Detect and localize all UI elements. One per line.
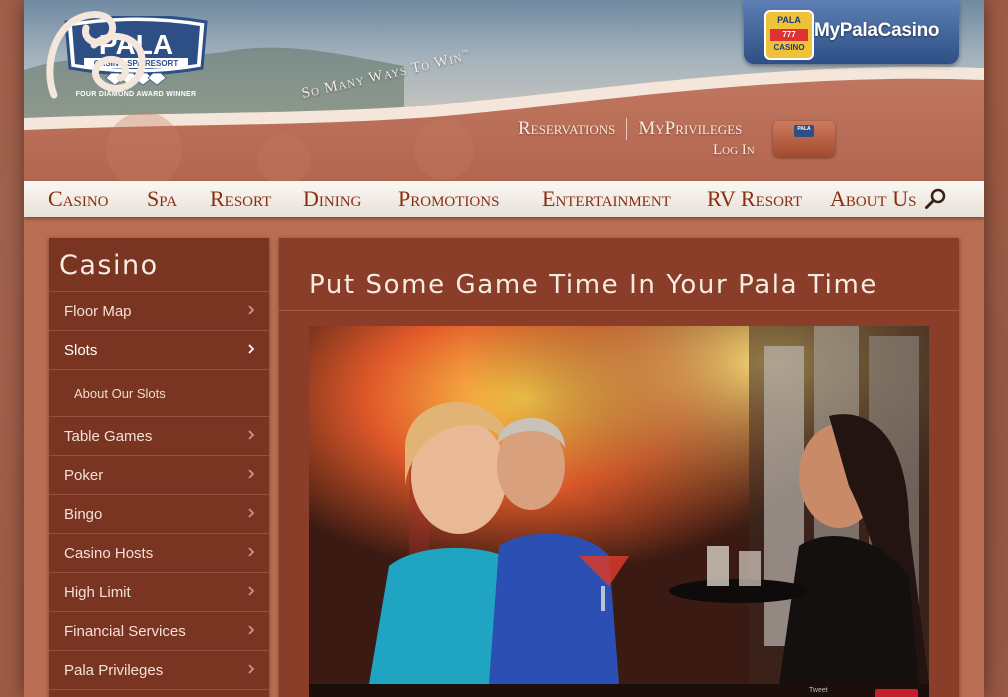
header: PALA CASINO SPA RESORT FOUR DIAMOND AWAR… [24, 0, 984, 181]
reservations-link[interactable]: Reservations [518, 118, 615, 140]
chevron-right-icon [248, 469, 255, 479]
myprivileges-link[interactable]: MyPrivileges [638, 118, 742, 140]
privileges-card-icon[interactable]: PALA [773, 121, 835, 157]
mypalacasino-label: MyPalaCasino [814, 20, 940, 41]
chevron-right-icon [248, 305, 255, 315]
sidebar-item-high-limit[interactable]: High Limit [49, 572, 269, 611]
chevron-right-icon [248, 547, 255, 557]
tweet-button[interactable]: Tweet [809, 687, 828, 694]
pinterest-button[interactable] [875, 689, 918, 697]
mypalacasino-logo-icon: PALA 777 CASINO [764, 10, 814, 60]
title-divider [279, 310, 959, 311]
hero-image [309, 326, 929, 684]
chevron-right-icon [248, 344, 255, 354]
sidebar: Casino Floor Map Slots About Our Slots T… [49, 238, 269, 697]
chevron-right-icon [248, 430, 255, 440]
sidebar-title: Casino [59, 250, 159, 281]
nav-rv-resort[interactable]: RV Resort [707, 186, 802, 212]
nav-casino[interactable]: Casino [48, 186, 109, 212]
page-title: Put Some Game Time In Your Pala Time [309, 270, 878, 300]
decorative-swirl-icon [46, 11, 146, 99]
nav-entertainment[interactable]: Entertainment [542, 186, 671, 212]
main-content: Put Some Game Time In Your Pala Time Twe… [279, 238, 959, 697]
top-links-divider [626, 118, 628, 140]
sidebar-item-slots[interactable]: Slots [49, 330, 269, 369]
top-links: Reservations MyPrivileges [518, 116, 742, 142]
chevron-right-icon [248, 508, 255, 518]
sidebar-item-financial-services[interactable]: Financial Services [49, 611, 269, 650]
chevron-right-icon [248, 625, 255, 635]
sidebar-item-table-games[interactable]: Table Games [49, 416, 269, 455]
sidebar-item-pala-privileges[interactable]: Pala Privileges [49, 650, 269, 689]
sidebar-item-casino-hosts[interactable]: Casino Hosts [49, 533, 269, 572]
sidebar-divider [49, 689, 269, 690]
search-icon[interactable] [924, 187, 948, 211]
nav-promotions[interactable]: Promotions [398, 186, 499, 212]
sidebar-item-poker[interactable]: Poker [49, 455, 269, 494]
sidebar-subitem-about-our-slots[interactable]: About Our Slots [49, 369, 269, 416]
nav-dining[interactable]: Dining [303, 186, 361, 212]
site-wrapper: PALA CASINO SPA RESORT FOUR DIAMOND AWAR… [24, 0, 984, 697]
main-nav: Casino Spa Resort Dining Promotions Ente… [24, 181, 984, 217]
nav-resort[interactable]: Resort [210, 186, 271, 212]
sidebar-item-floor-map[interactable]: Floor Map [49, 291, 269, 330]
nav-about-us[interactable]: About Us [830, 186, 916, 212]
mypalacasino-button[interactable]: PALA 777 CASINO MyPalaCasino [744, 0, 959, 64]
share-bar: Tweet [309, 684, 929, 697]
sidebar-item-bingo[interactable]: Bingo [49, 494, 269, 533]
chevron-right-icon [248, 586, 255, 596]
nav-spa[interactable]: Spa [147, 186, 177, 212]
login-link[interactable]: Log In [713, 142, 755, 159]
chevron-right-icon [248, 664, 255, 674]
